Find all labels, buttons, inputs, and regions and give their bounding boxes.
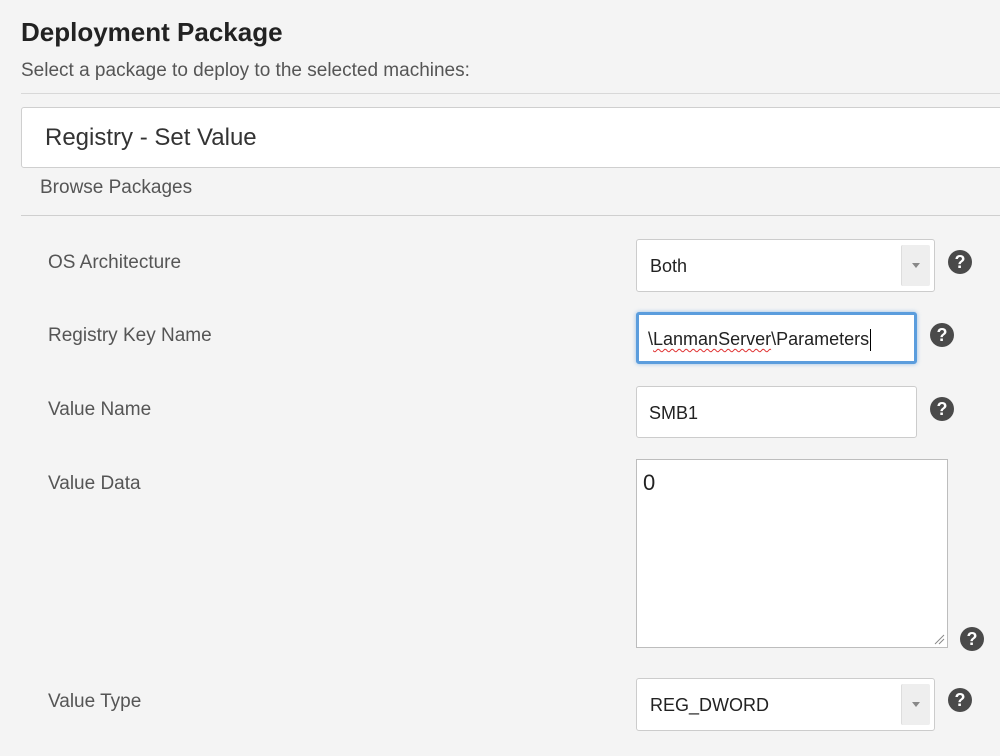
value-type-select[interactable]: REG_DWORD — [636, 678, 935, 731]
question-circle-icon[interactable]: ? — [948, 250, 972, 274]
os-architecture-label: OS Architecture — [48, 252, 182, 273]
registry-key-name-label: Registry Key Name — [48, 325, 212, 346]
os-architecture-select[interactable]: Both — [636, 239, 935, 292]
resize-handle-icon[interactable] — [934, 634, 945, 645]
value-data-label: Value Data — [48, 473, 141, 494]
spellcheck-flagged-word: LanmanServer — [653, 329, 772, 349]
value-type-value: REG_DWORD — [650, 695, 770, 715]
section-divider — [21, 215, 1000, 216]
question-circle-icon[interactable]: ? — [960, 627, 984, 651]
question-circle-icon[interactable]: ? — [930, 323, 954, 347]
question-circle-icon[interactable]: ? — [930, 397, 954, 421]
value-type-label: Value Type — [48, 691, 142, 712]
chevron-down-icon[interactable] — [901, 684, 930, 725]
registry-key-name-value: \LanmanServer\Parameters — [648, 329, 872, 352]
selected-package-name: Registry - Set Value — [45, 124, 257, 151]
value-data-textarea[interactable]: 0 — [636, 459, 948, 648]
value-data-value: 0 — [643, 470, 656, 495]
header-divider — [21, 93, 1000, 94]
value-name-label: Value Name — [48, 399, 152, 420]
browse-packages-link[interactable]: Browse Packages — [40, 177, 192, 199]
value-name-input[interactable]: SMB1 — [636, 386, 917, 438]
os-architecture-value: Both — [650, 256, 688, 276]
chevron-down-icon[interactable] — [901, 245, 930, 286]
page-subtitle: Select a package to deploy to the select… — [21, 60, 470, 81]
registry-key-name-input[interactable]: \LanmanServer\Parameters — [636, 312, 917, 364]
package-selector[interactable]: Registry - Set Value — [21, 107, 1000, 168]
question-circle-icon[interactable]: ? — [948, 688, 972, 712]
page-title: Deployment Package — [21, 17, 283, 47]
value-name-value: SMB1 — [649, 403, 699, 423]
text-caret — [870, 329, 872, 352]
